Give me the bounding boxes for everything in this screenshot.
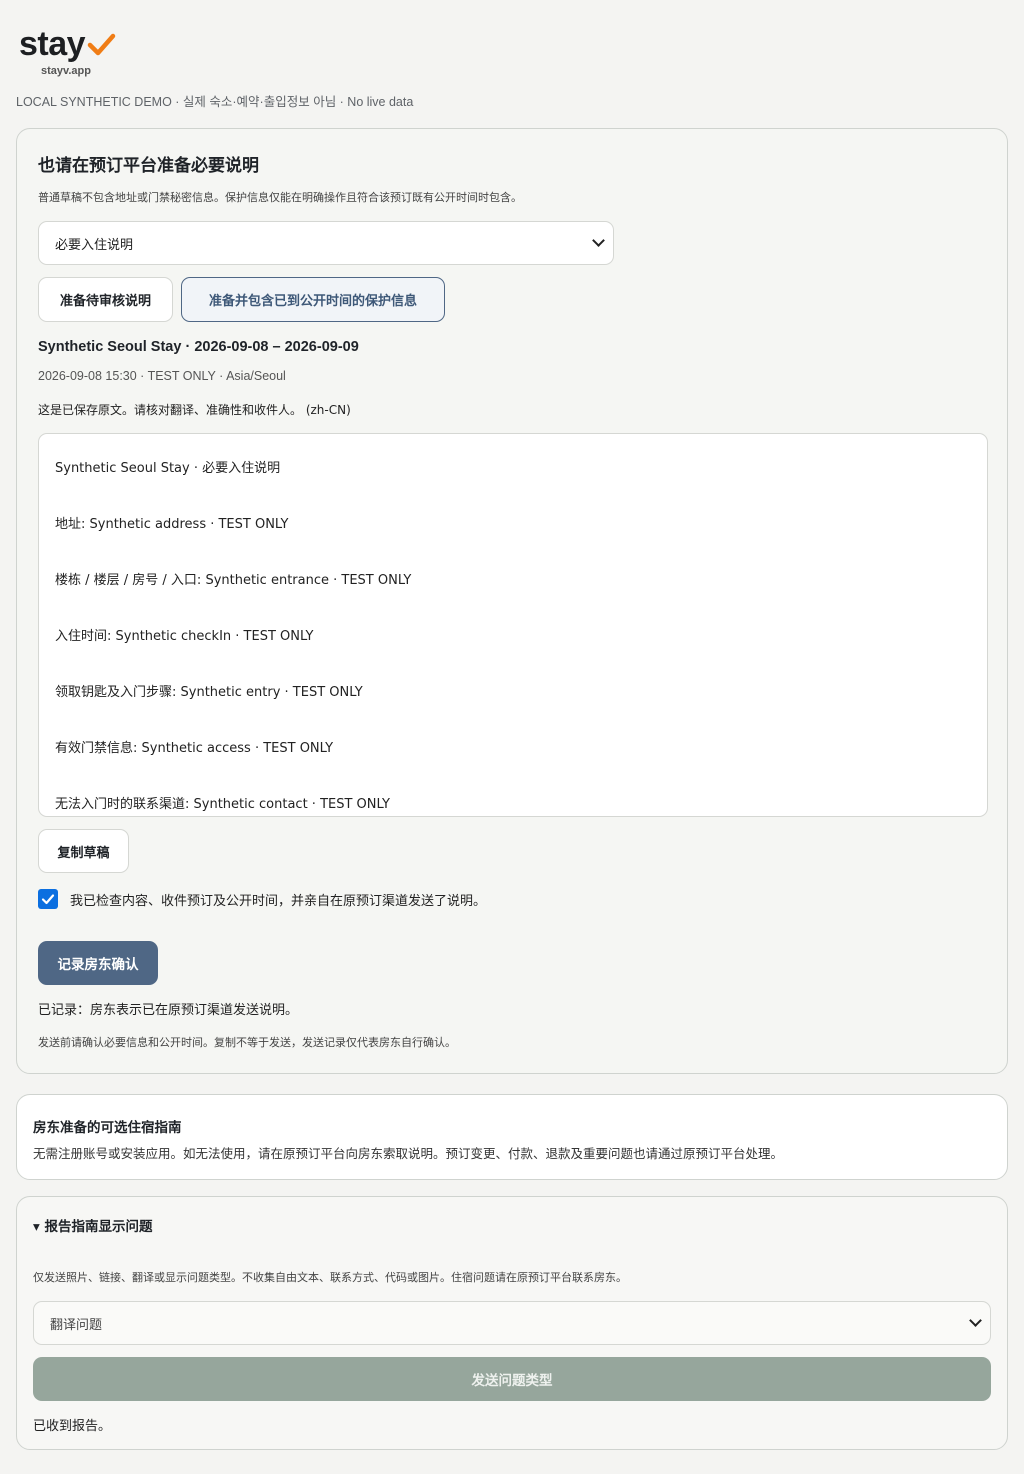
draft-line: 有效门禁信息: Synthetic access · TEST ONLY	[55, 741, 334, 756]
logo-domain: stayv.app	[41, 65, 91, 77]
report-issue-toggle[interactable]: ▾ 报告指南显示问题	[33, 1215, 152, 1235]
prepare-pending-button[interactable]: 准备待审核说明	[38, 277, 173, 322]
chevron-down-icon	[592, 234, 605, 247]
checkmark-icon	[87, 33, 116, 56]
brand-logo[interactable]: stay stayv.app	[19, 22, 116, 77]
report-received-status: 已收到报告。	[33, 1419, 112, 1434]
stay-meta: 2026-09-08 15:30 · TEST ONLY · Asia/Seou…	[38, 369, 286, 383]
prepare-protected-button[interactable]: 准备并包含已到公开时间的保护信息	[181, 277, 445, 322]
optional-guide-card: 房东准备的可选住宿指南 无需注册账号或安装应用。如无法使用，请在原预订平台向房东…	[16, 1094, 1008, 1180]
logo-text: stay	[19, 25, 86, 63]
draft-line: 入住时间: Synthetic checkIn · TEST ONLY	[55, 629, 314, 644]
issue-type-select[interactable]: 翻译问题	[33, 1301, 991, 1345]
chevron-down-icon	[969, 1314, 982, 1327]
send-issue-type-button[interactable]: 发送问题类型	[33, 1357, 991, 1401]
draft-line: Synthetic Seoul Stay · 必要入住说明	[55, 461, 281, 476]
issue-type-selected: 翻译问题	[50, 1317, 103, 1333]
saved-draft-note: 这是已保存原文。请核对翻译、准确性和收件人。 (zh-CN)	[38, 403, 351, 417]
draft-line: 楼栋 / 楼层 / 房号 / 入口: Synthetic entrance · …	[55, 573, 412, 588]
record-confirmation-button[interactable]: 记录房东确认	[38, 941, 158, 985]
report-issue-card: ▾ 报告指南显示问题 仅发送照片、链接、翻译或显示问题类型。不收集自由文本、联系…	[16, 1196, 1008, 1450]
draft-textarea[interactable]: Synthetic Seoul Stay · 必要入住说明 地址: Synthe…	[38, 433, 988, 817]
guide-title: 房东准备的可选住宿指南	[33, 1120, 182, 1136]
draft-line: 无法入门时的联系渠道: Synthetic contact · TEST ONL…	[55, 797, 390, 812]
guide-body: 无需注册账号或安装应用。如无法使用，请在原预订平台向房东索取说明。预订变更、付款…	[33, 1146, 784, 1161]
draft-line: 地址: Synthetic address · TEST ONLY	[55, 517, 289, 532]
recorded-status: 已记录：房东表示已在原预订渠道发送说明。	[38, 1003, 299, 1018]
privacy-note: 普通草稿不包含地址或门禁秘密信息。保护信息仅能在明确操作且符合该预订既有公开时间…	[38, 191, 522, 204]
instruction-type-select[interactable]: 必要入住说明	[38, 221, 614, 265]
confirm-checkbox[interactable]	[38, 889, 58, 909]
confirm-checkbox-label[interactable]: 我已检查内容、收件预订及公开时间，并亲自在原预订渠道发送了说明。	[70, 890, 486, 909]
report-note: 仅发送照片、链接、翻译或显示问题类型。不收集自由文本、联系方式、代码或图片。住宿…	[33, 1271, 627, 1284]
draft-line: 领取钥匙及入门步骤: Synthetic entry · TEST ONLY	[55, 685, 363, 700]
stay-title: Synthetic Seoul Stay · 2026-09-08 – 2026…	[38, 339, 359, 355]
logo-mark: stay	[19, 22, 116, 62]
demo-notice: LOCAL SYNTHETIC DEMO · 실제 숙소·예약·출입정보 아님 …	[16, 95, 414, 109]
section-title: 也请在预订平台准备必要说明	[38, 156, 259, 176]
check-icon	[41, 894, 55, 905]
instruction-type-selected: 必要入住说明	[55, 237, 134, 253]
checkin-instructions-card: 也请在预订平台准备必要说明 普通草稿不包含地址或门禁秘密信息。保护信息仅能在明确…	[16, 128, 1008, 1074]
send-footnote: 发送前请确认必要信息和公开时间。复制不等于发送，发送记录仅代表房东自行确认。	[38, 1036, 456, 1049]
copy-draft-button[interactable]: 复制草稿	[38, 829, 129, 873]
